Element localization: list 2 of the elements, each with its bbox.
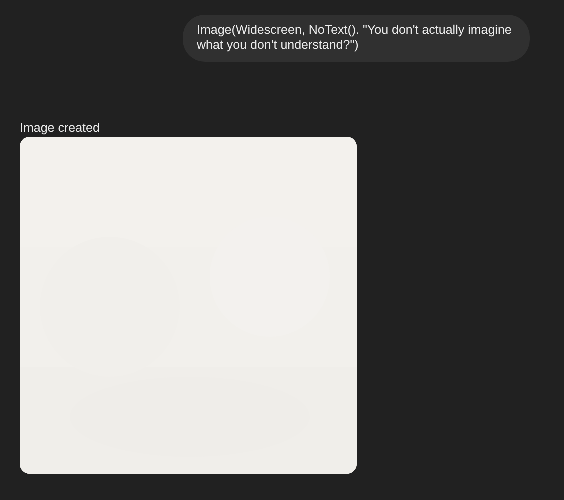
user-message: Image(Widescreen, NoText(). "You don't actually imagine what you don't understand?") (183, 15, 530, 62)
status-caption: Image created (20, 120, 100, 136)
